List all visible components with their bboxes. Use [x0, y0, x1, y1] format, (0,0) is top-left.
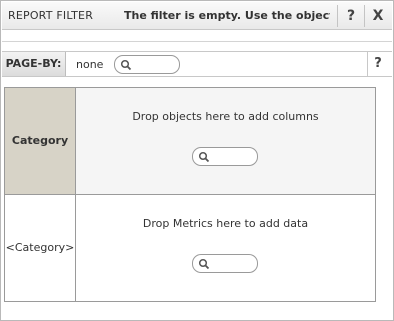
- page-by-bar: PAGE-BY: none ?: [2, 51, 392, 77]
- report-filter-title: REPORT FILTER: [8, 9, 94, 22]
- filter-help-button[interactable]: ?: [340, 5, 362, 27]
- page-by-label: PAGE-BY:: [2, 52, 66, 76]
- metrics-search[interactable]: [192, 254, 258, 273]
- grid-column-divider: [75, 88, 76, 301]
- page-by-help-button[interactable]: ?: [367, 52, 388, 76]
- page-by-search-input[interactable]: [133, 57, 173, 71]
- page-by-search[interactable]: [114, 55, 180, 74]
- filter-bar-divider: [337, 5, 338, 27]
- columns-drop-zone[interactable]: Drop objects here to add columns: [76, 88, 375, 194]
- columns-search[interactable]: [192, 147, 258, 166]
- columns-drop-text: Drop objects here to add columns: [132, 110, 319, 123]
- report-filter-bar: REPORT FILTER The filter is empty. Use t…: [2, 2, 392, 30]
- report-filter-message: The filter is empty. Use the object: [124, 9, 330, 22]
- report-editor-panel: REPORT FILTER The filter is empty. Use t…: [0, 0, 394, 321]
- report-filter-drop-area[interactable]: [2, 30, 392, 42]
- help-icon: ?: [346, 8, 356, 24]
- metrics-search-input[interactable]: [211, 256, 251, 270]
- help-icon: ?: [374, 56, 382, 71]
- search-icon: [198, 151, 210, 163]
- grid-row-divider: [5, 194, 375, 195]
- search-icon: [198, 258, 210, 270]
- column-header-category[interactable]: Category: [5, 88, 75, 194]
- metrics-drop-text: Drop Metrics here to add data: [142, 217, 309, 230]
- close-icon: X: [372, 8, 384, 24]
- filter-close-button[interactable]: X: [367, 5, 389, 27]
- row-header-category[interactable]: <Category>: [5, 195, 75, 301]
- page-by-value: none: [76, 58, 104, 71]
- filter-bar-divider: [364, 5, 365, 27]
- metrics-drop-zone[interactable]: Drop Metrics here to add data: [76, 195, 375, 301]
- report-grid: Category Drop objects here to add column…: [4, 87, 376, 302]
- search-icon: [120, 59, 132, 71]
- columns-search-input[interactable]: [211, 149, 251, 163]
